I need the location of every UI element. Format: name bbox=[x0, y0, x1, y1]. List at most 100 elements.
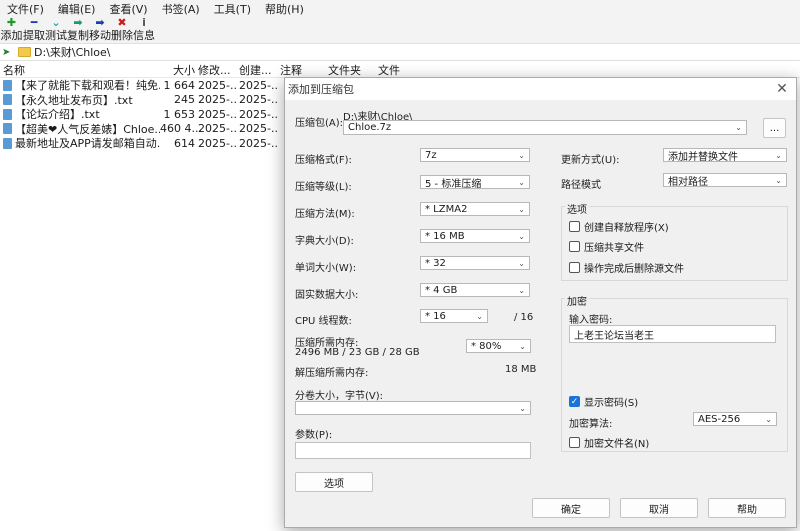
show-password-checkbox[interactable]: ✓ 显示密码(S) bbox=[569, 394, 638, 409]
menu-item[interactable]: 编辑(E) bbox=[51, 1, 103, 17]
file-icon bbox=[3, 79, 12, 91]
chevron-down-icon: ⌄ bbox=[765, 414, 772, 424]
sfx-checkbox[interactable]: 创建自释放程序(X) bbox=[569, 219, 669, 234]
toolbar-button-label: 移动 bbox=[89, 29, 111, 42]
cpu-max: / 16 bbox=[514, 312, 534, 323]
info-icon: i bbox=[142, 16, 146, 29]
close-icon[interactable]: ✕ bbox=[772, 81, 792, 97]
column-modified[interactable]: 修改... bbox=[195, 62, 236, 78]
params-input[interactable] bbox=[295, 442, 531, 459]
chevron-down-icon: ⌄ bbox=[518, 204, 525, 214]
toolbar-button[interactable]: ⌄ 测试 bbox=[45, 17, 67, 43]
format-value: 7z bbox=[425, 149, 437, 161]
address-bar: ➤ D:\来财\Chloe\ bbox=[0, 43, 800, 61]
update-select[interactable]: 添加并替换文件 ⌄ bbox=[663, 148, 787, 163]
address-path[interactable]: D:\来财\Chloe\ bbox=[34, 44, 111, 60]
chevron-down-icon: ⌄ bbox=[518, 258, 525, 268]
toolbar: ✚ 添加 ━ 提取 ⌄ 测试 ➡ 复制 ➡ 移动 ✖ 删除 i 信息 bbox=[0, 17, 800, 43]
word-value: * 32 bbox=[425, 257, 446, 269]
toolbar-button[interactable]: i 信息 bbox=[133, 17, 155, 43]
file-created: 2025-... bbox=[239, 78, 277, 92]
toolbar-button[interactable]: ━ 提取 bbox=[23, 17, 45, 43]
column-name[interactable]: 名称 bbox=[0, 62, 160, 78]
checkbox-icon bbox=[569, 437, 580, 448]
file-size: 1 664 bbox=[163, 78, 196, 92]
show-password-label: 显示密码(S) bbox=[584, 398, 639, 409]
split-label: 分卷大小，字节(V): bbox=[295, 391, 384, 402]
format-label: 压缩格式(F): bbox=[295, 155, 352, 166]
chevron-down-icon: ⌄ bbox=[518, 150, 525, 160]
mem-comp-value: 2496 MB / 23 GB / 28 GB bbox=[295, 347, 420, 358]
shared-label: 压缩共享文件 bbox=[584, 243, 644, 254]
dialog-titlebar: 添加到压缩包 ✕ bbox=[285, 78, 796, 100]
file-created: 2025-... bbox=[239, 107, 277, 121]
toolbar-button[interactable]: ➡ 移动 bbox=[89, 17, 111, 43]
cpu-select[interactable]: * 16 ⌄ bbox=[420, 309, 488, 323]
menu-item[interactable]: 帮助(H) bbox=[258, 1, 311, 17]
file-created: 2025-... bbox=[239, 93, 277, 107]
toolbar-button-label: 复制 bbox=[67, 29, 89, 42]
toolbar-button[interactable]: ✖ 删除 bbox=[111, 17, 133, 43]
chevron-down-icon: ⌄ bbox=[476, 311, 483, 321]
word-select[interactable]: * 32 ⌄ bbox=[420, 256, 530, 270]
menu-item[interactable]: 工具(T) bbox=[207, 1, 258, 17]
toolbar-button[interactable]: ➡ 复制 bbox=[67, 17, 89, 43]
password-input[interactable]: 上老王论坛当老王 bbox=[569, 325, 776, 343]
archive-name-combo[interactable]: Chloe.7z ⌄ bbox=[343, 120, 747, 135]
chevron-down-icon: ⌄ bbox=[518, 231, 525, 241]
folder-icon bbox=[18, 47, 31, 57]
level-label: 压缩等级(L): bbox=[295, 182, 352, 193]
mem-percent-select[interactable]: * 80% ⌄ bbox=[466, 339, 531, 353]
column-created[interactable]: 创建... bbox=[236, 62, 277, 78]
toolbar-button-label: 信息 bbox=[133, 29, 155, 42]
options-button[interactable]: 选项 bbox=[295, 472, 373, 492]
help-button[interactable]: 帮助 bbox=[708, 498, 786, 518]
method-value: * LZMA2 bbox=[425, 203, 468, 215]
encrypt-names-checkbox[interactable]: 加密文件名(N) bbox=[569, 435, 649, 450]
ok-button[interactable]: 确定 bbox=[532, 498, 610, 518]
file-name-cell: 最新地址及APP请发邮箱自动... bbox=[0, 135, 160, 151]
dict-select[interactable]: * 16 MB ⌄ bbox=[420, 229, 530, 243]
file-size: 1 653 bbox=[163, 107, 196, 121]
delete-source-checkbox[interactable]: 操作完成后删除源文件 bbox=[569, 260, 684, 275]
file-icon bbox=[3, 123, 12, 135]
format-select[interactable]: 7z ⌄ bbox=[420, 148, 530, 162]
column-folders[interactable]: 文件夹 bbox=[325, 62, 375, 78]
cpu-value: * 16 bbox=[425, 310, 446, 322]
file-size: 460 4... bbox=[160, 122, 202, 136]
menu-item[interactable]: 文件(F) bbox=[0, 1, 51, 17]
update-value: 添加并替换文件 bbox=[668, 151, 738, 163]
cancel-button[interactable]: 取消 bbox=[620, 498, 698, 518]
plus-icon: ✚ bbox=[6, 16, 17, 29]
shared-checkbox[interactable]: 压缩共享文件 bbox=[569, 239, 644, 254]
menu-item[interactable]: 查看(V) bbox=[102, 1, 154, 17]
column-files[interactable]: 文件 bbox=[375, 62, 415, 78]
enc-method-select[interactable]: AES-256 ⌄ bbox=[693, 412, 777, 426]
toolbar-button[interactable]: ✚ 添加 bbox=[0, 17, 23, 43]
file-modified: 2025-... bbox=[198, 78, 236, 92]
split-combo[interactable]: ⌄ bbox=[295, 401, 531, 415]
pathmode-select[interactable]: 相对路径 ⌄ bbox=[663, 173, 787, 188]
level-select[interactable]: 5 - 标准压缩 ⌄ bbox=[420, 175, 530, 190]
column-comment[interactable]: 注释 bbox=[277, 62, 325, 78]
solid-label: 固实数据大小: bbox=[295, 290, 359, 301]
method-label: 压缩方法(M): bbox=[295, 209, 355, 220]
chevron-down-icon: ⌄ bbox=[518, 285, 525, 295]
browse-button[interactable]: ... bbox=[763, 118, 786, 138]
arrow-right-icon: ➡ bbox=[73, 16, 83, 29]
toolbar-button-label: 提取 bbox=[23, 29, 45, 42]
dict-value: * 16 MB bbox=[425, 230, 465, 242]
file-icon bbox=[3, 108, 12, 120]
menu-item[interactable]: 书签(A) bbox=[155, 1, 207, 17]
method-select[interactable]: * LZMA2 ⌄ bbox=[420, 202, 530, 216]
solid-value: * 4 GB bbox=[425, 284, 458, 296]
checkbox-icon bbox=[569, 221, 580, 232]
options-group-title: 选项 bbox=[565, 201, 589, 216]
solid-select[interactable]: * 4 GB ⌄ bbox=[420, 283, 530, 297]
check-icon: ✓ bbox=[569, 396, 580, 407]
password-label: 输入密码: bbox=[569, 315, 613, 326]
pathmode-value: 相对路径 bbox=[668, 176, 708, 188]
up-arrow-icon[interactable]: ➤ bbox=[2, 47, 14, 58]
column-size[interactable]: 大小 bbox=[160, 62, 195, 78]
mem-percent-value: * 80% bbox=[471, 340, 502, 352]
